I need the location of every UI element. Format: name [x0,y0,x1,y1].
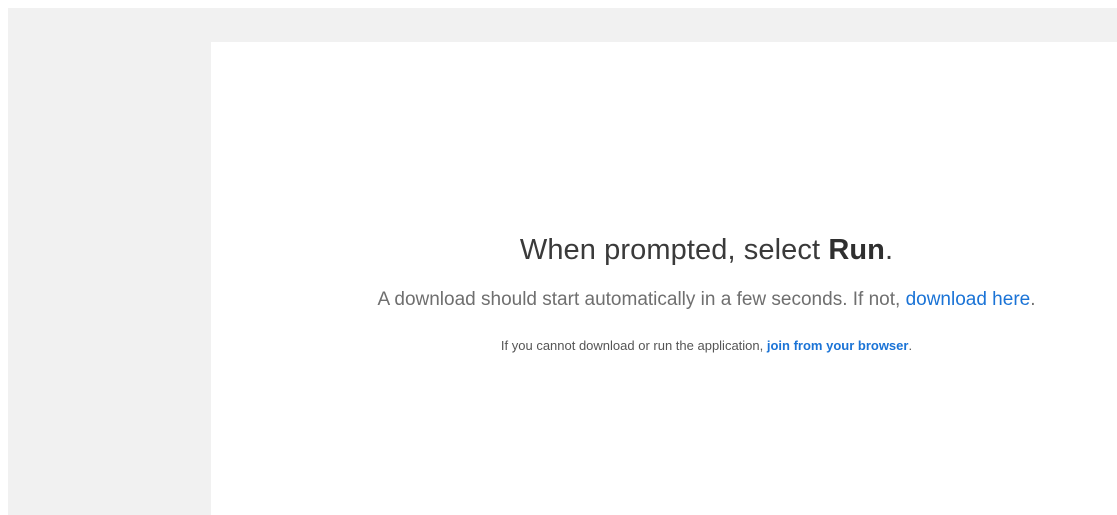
launch-message: When prompted, select Run. A download sh… [211,230,1117,355]
page-title: When prompted, select Run. [296,230,1117,270]
download-message: A download should start automatically in… [296,287,1117,313]
launch-card: When prompted, select Run. A download sh… [211,42,1117,515]
download-here-link[interactable]: download here [906,289,1031,310]
download-message-suffix: . [1030,289,1036,310]
headline-suffix: . [884,234,894,266]
headline-emphasis: Run [828,234,885,266]
headline-prefix: When prompted, select [519,234,829,266]
browser-join-text: If you cannot download or run the applic… [500,338,767,353]
browser-join-message: If you cannot download or run the applic… [296,337,1117,355]
page: When prompted, select Run. A download sh… [0,0,1117,515]
browser-join-suffix: . [908,338,913,353]
download-message-text: A download should start automatically in… [377,289,906,310]
join-from-browser-link[interactable]: join from your browser [767,338,909,353]
